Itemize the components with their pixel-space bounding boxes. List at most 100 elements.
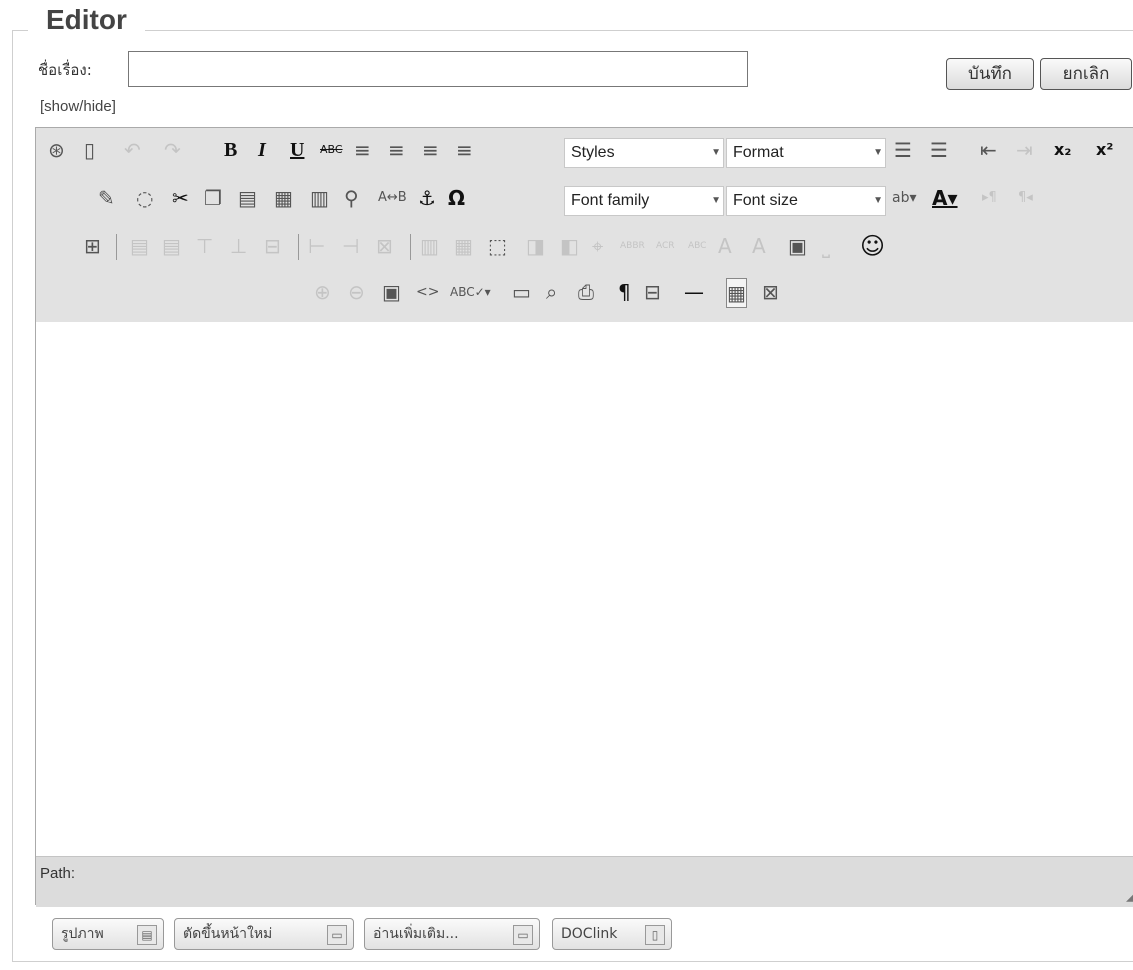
page-break-icon: ▭ xyxy=(327,925,347,945)
new-document-icon[interactable]: ▯ xyxy=(84,136,95,164)
outdent-icon[interactable]: ⇤ xyxy=(980,136,997,164)
font-size-select[interactable]: Font size ▼ xyxy=(726,186,886,216)
table-icon[interactable]: ⊞ xyxy=(84,232,101,260)
find-icon[interactable]: ⚲ xyxy=(344,184,359,212)
doclink-button[interactable]: DOClink ▯ xyxy=(552,918,672,950)
template-icon[interactable]: ⊠ xyxy=(762,278,779,306)
move-forward-icon[interactable]: ◨ xyxy=(526,232,545,260)
fullscreen-icon[interactable]: ▭ xyxy=(512,278,531,306)
image-icon: ▤ xyxy=(137,925,157,945)
special-char-icon[interactable]: Ω xyxy=(448,184,465,212)
align-left-icon[interactable]: ≡ xyxy=(354,136,371,164)
doclink-button-label: DOClink xyxy=(561,926,618,942)
align-justify-icon[interactable]: ≡ xyxy=(456,136,473,164)
attributes-icon[interactable]: ▣ xyxy=(788,232,807,260)
cell-props-icon[interactable]: ▤ xyxy=(162,232,181,260)
toolbar-separator xyxy=(116,234,117,260)
paste-word-icon[interactable]: ▦ xyxy=(274,184,293,212)
insert-col-before-icon[interactable]: ⊢ xyxy=(308,232,325,260)
align-center-icon[interactable]: ≡ xyxy=(388,136,405,164)
print-icon[interactable]: ⎙ xyxy=(578,278,594,306)
image-icon[interactable]: ▣ xyxy=(382,278,401,306)
show-hide-link[interactable]: [show/hide] xyxy=(40,98,116,115)
toolbar-row-4: ⊕ ⊖ ▣ <> ABC✓▾ ▭ ⌕ ⎙ ¶ ⊟ — ▦ ⊠ xyxy=(36,278,1133,318)
link-icon[interactable]: ⊕ xyxy=(314,278,331,306)
page-break-icon[interactable]: ⊟ xyxy=(644,278,661,306)
toolbar-separator xyxy=(298,234,299,260)
editor-statusbar: Path: ◢ xyxy=(36,856,1133,907)
acronym-icon[interactable]: ACR xyxy=(656,232,675,260)
insert-row-before-icon[interactable]: ⊤ xyxy=(196,232,213,260)
visual-aid-icon[interactable]: ▦ xyxy=(726,278,747,308)
help-icon[interactable]: ⊛ xyxy=(48,136,65,164)
move-backward-icon[interactable]: ◧ xyxy=(560,232,579,260)
ltr-icon[interactable]: ▸¶ xyxy=(982,184,997,212)
insert-layer-icon[interactable]: ⬚ xyxy=(488,232,507,260)
title-label: ชื่อเรื่อง: xyxy=(38,61,92,79)
title-input[interactable] xyxy=(128,51,748,87)
subscript-icon[interactable]: x₂ xyxy=(1054,136,1071,164)
toolbar-row-3: ⊞ ▤ ▤ ⊤ ⊥ ⊟ ⊢ ⊣ ⊠ ▥ ▦ ⬚ ◨ ◧ ⌖ ABBR ACR A… xyxy=(36,232,1133,272)
visual-chars-icon[interactable]: ¶ xyxy=(618,278,631,306)
replace-icon[interactable]: A↔B xyxy=(378,184,407,212)
cancel-button[interactable]: ยกเลิก xyxy=(1040,58,1132,90)
underline-icon[interactable]: U xyxy=(290,136,304,164)
numbered-list-icon[interactable]: ☰ xyxy=(894,136,912,164)
cut-icon[interactable]: ✂ xyxy=(172,184,189,212)
styles-select-label: Styles xyxy=(571,144,615,161)
chevron-down-icon: ▼ xyxy=(873,195,883,206)
path-label: Path: xyxy=(40,865,76,882)
editor-legend: Editor xyxy=(28,4,145,36)
insert-row-after-icon[interactable]: ⊥ xyxy=(230,232,247,260)
save-button[interactable]: บันทึก xyxy=(946,58,1034,90)
format-select[interactable]: Format ▼ xyxy=(726,138,886,168)
nonbreaking-icon[interactable]: ⎵ xyxy=(822,232,830,260)
bullet-list-icon[interactable]: ☰ xyxy=(930,136,948,164)
unlink-icon[interactable]: ⊖ xyxy=(348,278,365,306)
eraser-icon[interactable]: ◌ xyxy=(136,184,153,212)
paste-text-icon[interactable]: ▥ xyxy=(310,184,329,212)
del-icon[interactable]: A xyxy=(718,232,732,260)
toolbar-row-1: ⊛ ▯ ↶ ↷ B I U ABC ≡ ≡ ≡ ≡ Styles ▼ Forma… xyxy=(36,136,1133,176)
absolute-icon[interactable]: ⌖ xyxy=(592,232,603,260)
delete-row-icon[interactable]: ⊟ xyxy=(264,232,281,260)
emoticons-icon[interactable]: ☺ xyxy=(860,232,885,260)
paste-icon[interactable]: ▤ xyxy=(238,184,257,212)
preview-icon[interactable]: ⌕ xyxy=(546,278,557,306)
italic-icon[interactable]: I xyxy=(258,136,266,164)
styles-select[interactable]: Styles ▼ xyxy=(564,138,724,168)
redo-icon[interactable]: ↷ xyxy=(164,136,181,164)
page-break-button[interactable]: ตัดขึ้นหน้าใหม่ ▭ xyxy=(174,918,354,950)
chevron-down-icon: ▼ xyxy=(711,147,721,158)
spellcheck-icon[interactable]: ABC✓▾ xyxy=(450,278,491,306)
font-family-select[interactable]: Font family ▼ xyxy=(564,186,724,216)
superscript-icon[interactable]: x² xyxy=(1096,136,1113,164)
horizontal-rule-icon[interactable]: — xyxy=(684,278,704,306)
split-cells-icon[interactable]: ▥ xyxy=(420,232,439,260)
insert-col-after-icon[interactable]: ⊣ xyxy=(342,232,359,260)
merge-cells-icon[interactable]: ▦ xyxy=(454,232,473,260)
ins-icon[interactable]: A xyxy=(752,232,766,260)
rich-text-editor: ⊛ ▯ ↶ ↷ B I U ABC ≡ ≡ ≡ ≡ Styles ▼ Forma… xyxy=(35,127,1133,907)
bold-icon[interactable]: B xyxy=(224,136,237,164)
strikethrough-icon[interactable]: ABC xyxy=(320,136,343,164)
highlight-color-icon[interactable]: ab▾ xyxy=(892,184,917,212)
undo-icon[interactable]: ↶ xyxy=(124,136,141,164)
image-button[interactable]: รูปภาพ ▤ xyxy=(52,918,164,950)
resize-handle-icon[interactable]: ◢ xyxy=(1126,889,1133,903)
row-props-icon[interactable]: ▤ xyxy=(130,232,149,260)
read-more-button[interactable]: อ่านเพิ่มเติม... ▭ xyxy=(364,918,540,950)
code-icon[interactable]: <> xyxy=(416,278,439,306)
editor-content-area[interactable] xyxy=(36,322,1133,856)
rtl-icon[interactable]: ¶◂ xyxy=(1018,184,1033,212)
doclink-icon: ▯ xyxy=(645,925,665,945)
delete-col-icon[interactable]: ⊠ xyxy=(376,232,393,260)
cite-icon[interactable]: ABBR xyxy=(620,232,645,260)
indent-icon[interactable]: ⇥ xyxy=(1016,136,1033,164)
align-right-icon[interactable]: ≡ xyxy=(422,136,439,164)
clean-format-icon[interactable]: ✎ xyxy=(98,184,115,212)
abbr-icon[interactable]: ABC xyxy=(688,232,706,260)
anchor-icon[interactable]: ⚓ xyxy=(418,184,436,212)
copy-icon[interactable]: ❐ xyxy=(204,184,222,212)
text-color-icon[interactable]: A▾ xyxy=(932,184,958,212)
